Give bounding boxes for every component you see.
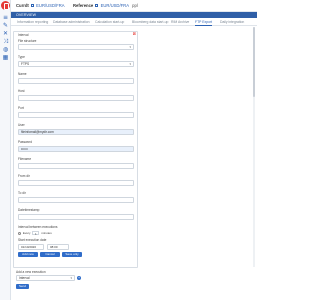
file-structure-select[interactable]: ▾ bbox=[18, 44, 134, 50]
top-bar: Currdt EUR/USD/FRA Reference EUR/USD/FRA… bbox=[11, 0, 257, 12]
calendar-icon bbox=[30, 4, 34, 8]
execution-type-value: Interval bbox=[19, 276, 30, 280]
radio-button[interactable] bbox=[18, 231, 21, 235]
filename-label: Filename bbox=[18, 157, 32, 161]
filename-input[interactable] bbox=[18, 163, 134, 169]
start-time-input[interactable]: 08:00 bbox=[47, 244, 69, 250]
interval-radio-row[interactable]: Every 1 minutes bbox=[18, 231, 52, 236]
start-date-input[interactable]: 01/10/2020 bbox=[18, 244, 44, 250]
edit-icon[interactable]: ✎ bbox=[2, 23, 9, 29]
close-icon[interactable]: ⊠ bbox=[133, 32, 136, 36]
radio-every-label: Every bbox=[22, 231, 31, 235]
reference-field[interactable]: Reference EUR/USD/FRA ppl bbox=[73, 0, 138, 12]
interval-between-label: Interval between executions bbox=[18, 225, 58, 229]
datetimestamp-label: Datetimestamp bbox=[18, 208, 40, 212]
currency-label: Currdt bbox=[16, 3, 29, 8]
type-select[interactable]: FTPS ▾ bbox=[18, 61, 134, 67]
user-value: fileinfomail@mydir.com bbox=[21, 130, 54, 134]
strip-title: OVERVIEW bbox=[16, 13, 37, 17]
app-logo[interactable] bbox=[1, 1, 10, 10]
title-strip: OVERVIEW bbox=[11, 12, 257, 18]
scrollbar-thumb[interactable] bbox=[253, 27, 255, 97]
currency-field[interactable]: Currdt EUR/USD/FRA bbox=[16, 0, 65, 12]
name-label: Name bbox=[18, 72, 27, 76]
tab-database-administration[interactable]: Database administration bbox=[53, 19, 90, 26]
add-execution-label: Add a new execution bbox=[16, 270, 46, 274]
currency-value: EUR/USD/FRA bbox=[36, 3, 65, 8]
tab-daily-integration[interactable]: Daily integration bbox=[220, 19, 244, 26]
from-dir-input[interactable] bbox=[18, 180, 134, 186]
radio-unit-label: minutes bbox=[41, 231, 52, 235]
chevron-down-icon: ▾ bbox=[129, 62, 131, 66]
shuffle-icon[interactable]: ⤨ bbox=[2, 39, 9, 45]
from-dir-label: From dir bbox=[18, 174, 30, 178]
close-icon[interactable]: ✕ bbox=[2, 31, 9, 37]
side-rail: ≡ ✎ ✕ ⤨ ◍ ▦ bbox=[0, 0, 11, 300]
user-label: User bbox=[18, 123, 25, 127]
calendar-icon bbox=[95, 4, 99, 8]
app-window: ≡ ✎ ✕ ⤨ ◍ ▦ Currdt EUR/USD/FRA Reference… bbox=[0, 0, 257, 300]
send-button[interactable]: Send bbox=[16, 284, 29, 289]
globe-icon[interactable]: ◍ bbox=[2, 47, 9, 53]
scrollbar[interactable] bbox=[253, 27, 255, 267]
grid-icon[interactable]: ▦ bbox=[2, 55, 9, 61]
host-input[interactable] bbox=[18, 95, 134, 101]
chevron-down-icon: ▾ bbox=[129, 45, 131, 49]
start-execution-label: Start execution date bbox=[18, 238, 47, 242]
tab-information-reporting[interactable]: Information reporting bbox=[17, 19, 48, 26]
port-label: Port bbox=[18, 106, 24, 110]
user-menu[interactable]: ppl bbox=[132, 3, 138, 8]
type-label: Type bbox=[18, 55, 25, 59]
add-new-button[interactable]: Add new bbox=[18, 252, 38, 257]
reference-value: EUR/USD/FRA bbox=[100, 3, 129, 8]
type-value: FTPS bbox=[21, 62, 30, 66]
password-value: •••••• bbox=[21, 147, 28, 151]
datetimestamp-input[interactable] bbox=[18, 214, 134, 220]
tab-ftp-export[interactable]: FTP Export bbox=[195, 19, 213, 26]
ftp-export-form: ⊠ Interval File structure ▾ Type FTPS ▾ … bbox=[13, 31, 138, 268]
password-label: Password bbox=[18, 140, 32, 144]
chevron-down-icon: ▾ bbox=[70, 276, 72, 280]
port-input[interactable] bbox=[18, 112, 134, 118]
user-input[interactable]: fileinfomail@mydir.com bbox=[18, 129, 134, 135]
tab-calculation-startup[interactable]: Calculation start-up bbox=[95, 19, 124, 26]
name-input[interactable] bbox=[18, 78, 134, 84]
interval-label: Interval bbox=[18, 33, 29, 37]
file-structure-label: File structure bbox=[18, 39, 37, 43]
execution-type-select[interactable]: Interval ▾ bbox=[16, 275, 75, 281]
password-input[interactable]: •••••• bbox=[18, 146, 134, 152]
add-icon[interactable]: + bbox=[77, 276, 81, 280]
tab-bar: Information reporting Database administr… bbox=[11, 19, 257, 26]
host-label: Host bbox=[18, 89, 25, 93]
cancel-button[interactable]: Cancel bbox=[40, 252, 60, 257]
save-only-button[interactable]: Save only bbox=[62, 252, 82, 257]
to-dir-input[interactable] bbox=[18, 197, 134, 203]
to-dir-label: To dir bbox=[18, 191, 26, 195]
tab-rim-archive[interactable]: RIM Archive bbox=[171, 19, 189, 26]
reference-label: Reference bbox=[73, 3, 94, 8]
tab-bloomberg-startup[interactable]: Bloomberg data start-up bbox=[132, 19, 168, 26]
interval-number-input[interactable]: 1 bbox=[32, 231, 40, 236]
menu-icon[interactable]: ≡ bbox=[2, 15, 9, 21]
